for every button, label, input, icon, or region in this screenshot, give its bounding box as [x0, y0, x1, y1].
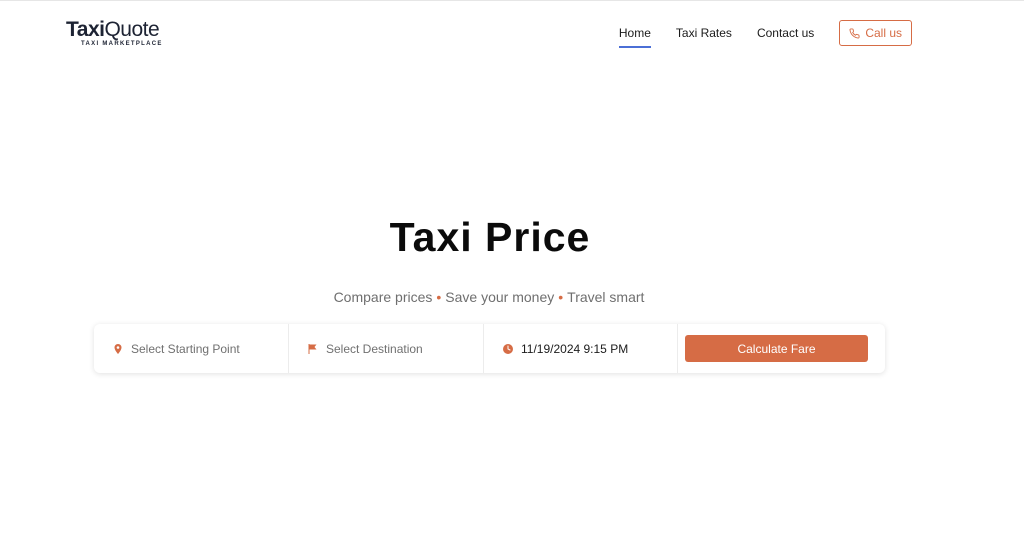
logo-wordmark: TaxiQuote	[66, 18, 163, 42]
subtitle-separator: •	[558, 289, 564, 305]
main-nav: Home Taxi Rates Contact us Call us	[618, 19, 912, 48]
phone-icon	[849, 27, 860, 38]
destination-placeholder: Select Destination	[326, 341, 423, 356]
subtitle-part-2: Save your money	[445, 289, 555, 305]
subtitle-separator: •	[436, 289, 442, 305]
datetime-field[interactable]: 11/19/2024 9:15 PM	[484, 324, 678, 373]
call-us-label: Call us	[865, 26, 902, 40]
clock-icon	[503, 343, 513, 354]
starting-point-field[interactable]: Select Starting Point	[94, 324, 289, 373]
logo[interactable]: TaxiQuote TAXI MARKETPLACE	[66, 18, 163, 47]
nav-item-home[interactable]: Home	[618, 19, 651, 48]
subtitle-part-1: Compare prices	[333, 289, 433, 305]
page: TaxiQuote TAXI MARKETPLACE Home Taxi Rat…	[0, 0, 1024, 555]
fare-search-bar: Select Starting Point Select Destination…	[94, 324, 885, 373]
logo-part-2: Quote	[104, 18, 160, 41]
nav-item-taxi-rates[interactable]: Taxi Rates	[676, 19, 732, 47]
logo-part-1: Taxi	[66, 18, 105, 41]
hero-subtitle: Compare prices • Save your money • Travel sm…	[0, 289, 1024, 305]
page-title: Taxi Price	[389, 214, 591, 260]
flag-icon	[308, 343, 317, 354]
logo-tagline: TAXI MARKETPLACE	[81, 41, 163, 47]
starting-point-placeholder: Select Starting Point	[131, 341, 240, 356]
calculate-fare-button[interactable]: Calculate Fare	[685, 335, 868, 362]
destination-field[interactable]: Select Destination	[289, 324, 484, 373]
subtitle-part-3: Travel smart	[567, 289, 645, 305]
map-pin-icon	[114, 343, 122, 354]
call-us-button[interactable]: Call us	[839, 20, 912, 46]
nav-item-contact-us[interactable]: Contact us	[757, 19, 814, 47]
datetime-value: 11/19/2024 9:15 PM	[521, 341, 629, 356]
